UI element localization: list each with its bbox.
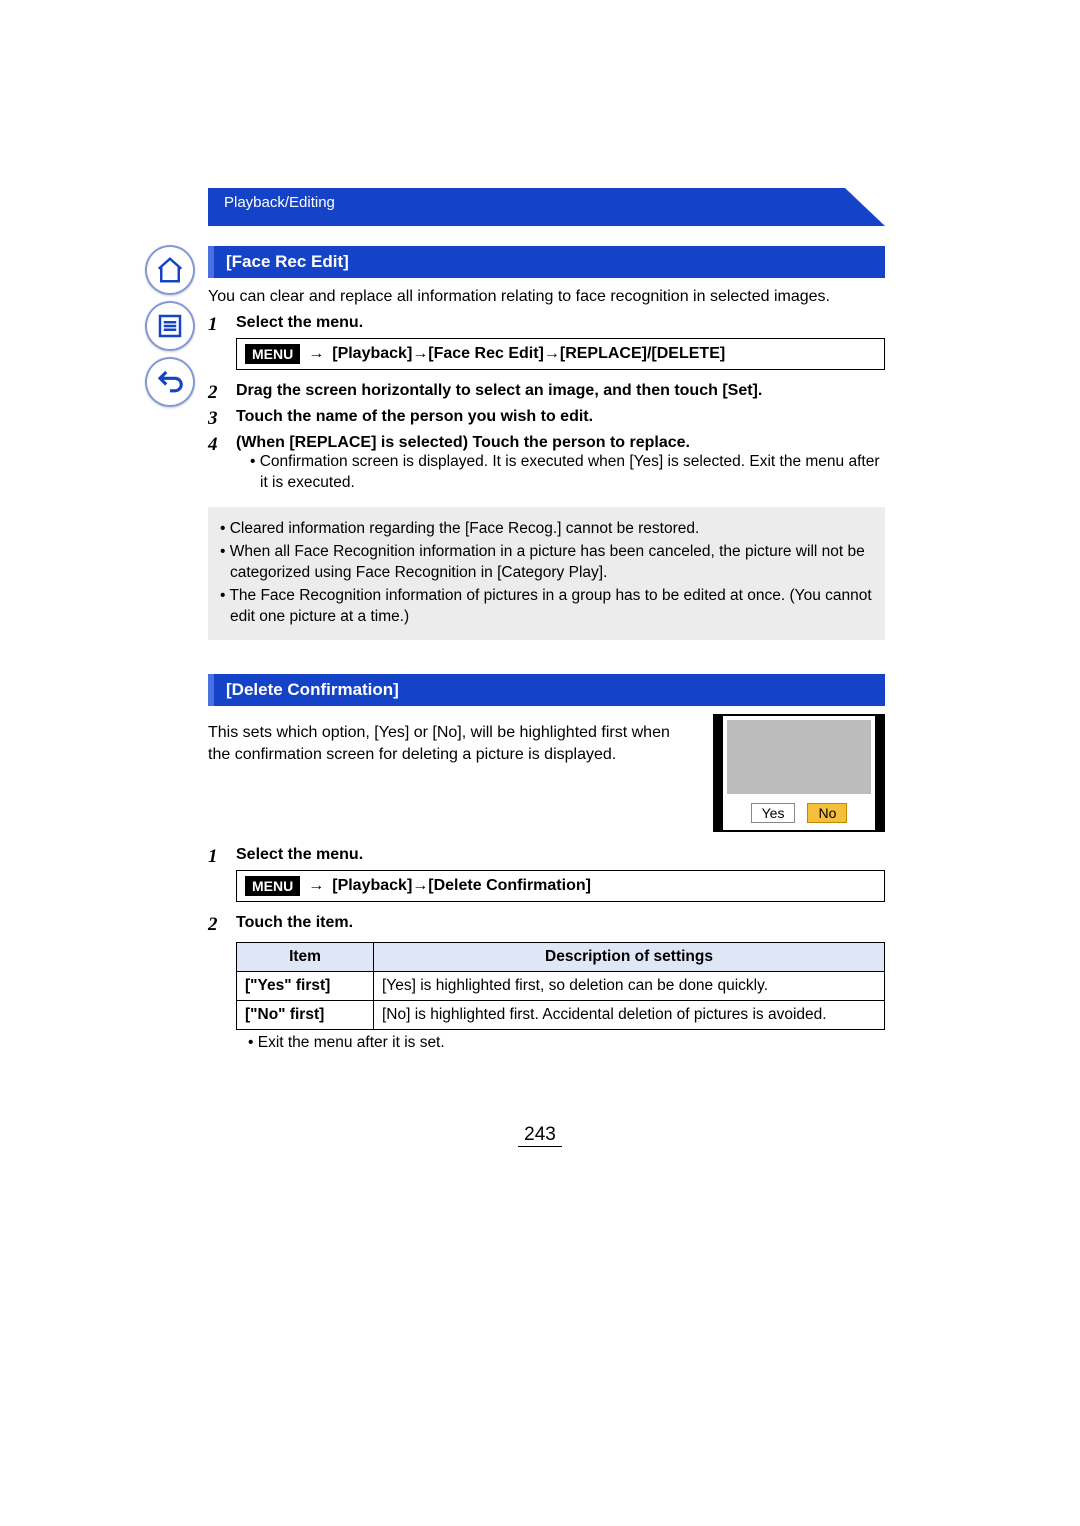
table-header-desc: Description of settings	[374, 943, 885, 972]
s1-step2: 2 Drag the screen horizontally to select…	[208, 382, 885, 404]
breadcrumb-banner: Playback/Editing	[208, 188, 885, 226]
section-header-delete-confirmation: [Delete Confirmation]	[208, 674, 885, 706]
menu-tag: MENU	[245, 876, 300, 896]
settings-table: Item Description of settings ["Yes" firs…	[236, 942, 885, 1030]
nav-toc-button[interactable]	[145, 301, 195, 351]
menu-tag: MENU	[245, 344, 300, 364]
s2-step2: 2 Touch the item.	[208, 914, 885, 936]
list-icon	[155, 311, 185, 341]
confirmation-dialog-illustration: Yes No	[713, 714, 885, 832]
after-table-note: • Exit the menu after it is set.	[248, 1034, 885, 1052]
section-header-face-rec-edit: [Face Rec Edit]	[208, 246, 885, 278]
menu-path-box: MENU → [Playback]→[Delete Confirmation]	[236, 870, 885, 902]
dialog-yes-button: Yes	[751, 803, 796, 823]
table-row: ["No" first] [No] is highlighted first. …	[237, 1001, 885, 1030]
s1-step4: 4 (When [REPLACE] is selected) Touch the…	[208, 434, 885, 494]
notes-box: • Cleared information regarding the [Fac…	[208, 507, 885, 640]
nav-sidebar	[145, 245, 200, 413]
nav-back-button[interactable]	[145, 357, 195, 407]
back-arrow-icon	[155, 367, 185, 397]
nav-home-button[interactable]	[145, 245, 195, 295]
arrow-icon: →	[308, 345, 324, 363]
breadcrumb: Playback/Editing	[224, 194, 335, 211]
home-icon	[155, 255, 185, 285]
table-row: ["Yes" first] [Yes] is highlighted first…	[237, 972, 885, 1001]
s2-step1: 1 Select the menu. MENU → [Playback]→[De…	[208, 846, 885, 910]
dialog-no-button: No	[807, 803, 847, 823]
page-number: 243	[0, 1124, 1080, 1146]
dialog-preview-area	[727, 720, 871, 794]
section1-intro: You can clear and replace all informatio…	[208, 286, 885, 308]
menu-path-box: MENU → [Playback]→[Face Rec Edit]→[REPLA…	[236, 338, 885, 370]
s1-step1: 1 Select the menu. MENU → [Playback]→[Fa…	[208, 314, 885, 378]
arrow-icon: →	[308, 877, 324, 895]
table-header-item: Item	[237, 943, 374, 972]
section2-intro: This sets which option, [Yes] or [No], w…	[208, 722, 695, 826]
s1-step3: 3 Touch the name of the person you wish …	[208, 408, 885, 430]
